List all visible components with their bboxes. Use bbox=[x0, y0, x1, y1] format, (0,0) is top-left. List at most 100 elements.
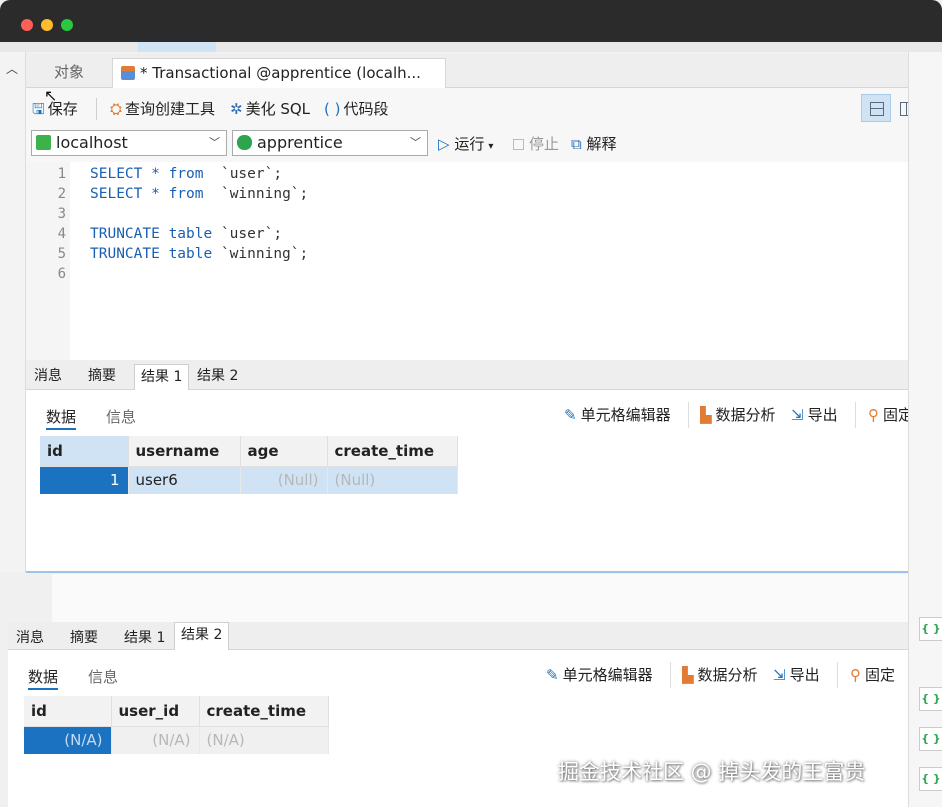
snippet-icon[interactable]: { } bbox=[919, 727, 942, 751]
subtab-data[interactable]: 数据 bbox=[46, 406, 77, 430]
snippet-icon[interactable]: { } bbox=[919, 687, 942, 711]
grid-cell[interactable]: 1 bbox=[40, 466, 129, 494]
tab-objects[interactable]: 对象 bbox=[26, 58, 112, 88]
play-icon: ▷ bbox=[438, 135, 455, 153]
query-builder-icon: ⛭ bbox=[110, 100, 123, 118]
grid-header-row: id user_id create_time bbox=[24, 696, 329, 727]
beautify-icon: ✲ bbox=[230, 100, 243, 118]
grid-cell[interactable]: user6 bbox=[128, 466, 241, 494]
run-button[interactable]: ▷ 运行 ▾ bbox=[438, 133, 493, 155]
table-row[interactable]: 1 user6 (Null) (Null) bbox=[40, 466, 458, 494]
database-value: apprentice bbox=[257, 133, 343, 152]
cell-editor-label: 单元格编辑器 bbox=[580, 406, 671, 424]
query-icon bbox=[121, 66, 135, 80]
cell-editor-button[interactable]: ✎ 单元格编辑器 bbox=[564, 404, 671, 425]
pin-icon: ⚲ bbox=[868, 406, 879, 424]
grid-cell[interactable]: (N/A) bbox=[111, 726, 200, 754]
export-button[interactable]: ⇲ 导出 bbox=[791, 404, 838, 425]
analysis-label: 数据分析 bbox=[697, 666, 758, 684]
explain-label: 解释 bbox=[586, 135, 617, 153]
grid-cell[interactable]: (Null) bbox=[240, 466, 328, 494]
column-header[interactable]: age bbox=[240, 436, 328, 467]
toolbar-divider bbox=[688, 402, 689, 428]
editor-tabstrip: 对象 * Transactional @apprentice (localh..… bbox=[26, 54, 926, 88]
pin-label: 固定 bbox=[865, 666, 896, 684]
tab-result-1[interactable]: 结果 1 bbox=[118, 626, 171, 650]
column-header[interactable]: id bbox=[24, 696, 112, 727]
tab-summary[interactable]: 摘要 bbox=[82, 364, 122, 390]
cell-editor-label: 单元格编辑器 bbox=[562, 666, 653, 684]
code-line: TRUNCATE table `user`; bbox=[90, 224, 282, 244]
chevron-up-icon[interactable]: ︿ bbox=[6, 60, 18, 77]
window-titlebar bbox=[0, 0, 942, 42]
code-snippet-button[interactable]: ( ) 代码段 bbox=[324, 98, 389, 120]
column-header[interactable]: id bbox=[40, 436, 129, 467]
beautify-sql-button[interactable]: ✲ 美化 SQL bbox=[230, 98, 310, 120]
tab-messages[interactable]: 消息 bbox=[10, 626, 50, 650]
split-horizontal-button[interactable] bbox=[861, 94, 891, 122]
tab-result-1[interactable]: 结果 1 bbox=[134, 364, 190, 390]
grid-cell[interactable]: (N/A) bbox=[199, 726, 329, 754]
sql-keyword: TRUNCATE table bbox=[90, 246, 213, 262]
line-gutter: 1 2 3 4 5 6 bbox=[26, 162, 70, 360]
tab-query[interactable]: * Transactional @apprentice (localh... bbox=[112, 58, 446, 88]
tab-summary[interactable]: 摘要 bbox=[64, 626, 104, 650]
minimize-window-button[interactable] bbox=[41, 19, 53, 31]
connection-select[interactable]: localhost ﹀ bbox=[31, 130, 227, 156]
split-horizontal-icon bbox=[870, 102, 884, 116]
explain-icon: ⧉ bbox=[571, 135, 587, 153]
tab-result-2[interactable]: 结果 2 bbox=[174, 622, 230, 650]
editor-fragment bbox=[8, 574, 908, 622]
connection-value: localhost bbox=[56, 133, 128, 152]
line-number: 1 bbox=[57, 166, 66, 182]
save-icon: 🖫 bbox=[32, 100, 45, 118]
tab-messages[interactable]: 消息 bbox=[28, 364, 68, 390]
pin-button[interactable]: ⚲ 固定 bbox=[868, 404, 913, 425]
grid-header-row: id username age create_time bbox=[40, 436, 458, 467]
line-number: 6 bbox=[57, 266, 66, 282]
snippet-icon: ( ) bbox=[324, 100, 341, 118]
column-header[interactable]: user_id bbox=[111, 696, 200, 727]
column-header[interactable]: username bbox=[128, 436, 241, 467]
result-2-grid: id user_id create_time (N/A) (N/A) (N/A) bbox=[24, 696, 329, 754]
tab-result-2[interactable]: 结果 2 bbox=[191, 364, 244, 390]
snippet-icon[interactable]: { } bbox=[919, 617, 942, 641]
sql-keyword: SELECT * from bbox=[90, 166, 204, 182]
database-icon bbox=[237, 135, 252, 150]
database-select[interactable]: apprentice ﹀ bbox=[232, 130, 428, 156]
explain-button[interactable]: ⧉ 解释 bbox=[571, 133, 617, 155]
close-window-button[interactable] bbox=[21, 19, 33, 31]
column-header[interactable]: create_time bbox=[199, 696, 329, 727]
toolbar-divider bbox=[670, 662, 671, 688]
column-header[interactable]: create_time bbox=[327, 436, 458, 467]
stop-label: 停止 bbox=[529, 135, 560, 153]
sql-text: `user`; bbox=[203, 166, 283, 182]
stop-button[interactable]: 停止 bbox=[513, 133, 559, 155]
subtab-info[interactable]: 信息 bbox=[106, 406, 136, 430]
zoom-window-button[interactable] bbox=[61, 19, 73, 31]
sql-keyword: SELECT * from bbox=[90, 186, 204, 202]
grid-cell[interactable]: (N/A) bbox=[24, 726, 112, 754]
result-tabstrip: 消息 摘要 结果 1 结果 2 bbox=[26, 360, 926, 390]
toolbar-divider bbox=[855, 402, 856, 428]
caret-down-icon[interactable]: ▾ bbox=[488, 141, 493, 152]
table-row[interactable]: (N/A) (N/A) (N/A) bbox=[24, 726, 329, 754]
sql-editor[interactable]: 1 2 3 4 5 6 SELECT * from `user`; SELECT… bbox=[26, 162, 926, 360]
subtab-data[interactable]: 数据 bbox=[28, 666, 59, 690]
right-side-panel: { } { } { } { } bbox=[908, 52, 942, 807]
subtab-info[interactable]: 信息 bbox=[88, 666, 118, 690]
data-analysis-button[interactable]: ▙ 数据分析 bbox=[700, 404, 776, 425]
tab-query-label: * Transactional @apprentice (localh... bbox=[140, 64, 421, 82]
query-builder-button[interactable]: ⛭ 查询创建工具 bbox=[110, 98, 215, 120]
sql-text: `winning`; bbox=[203, 186, 309, 202]
grid-cell[interactable]: (Null) bbox=[327, 466, 458, 494]
export-button[interactable]: ⇲ 导出 bbox=[773, 664, 820, 685]
result-1-panel: 数据 信息 ✎ 单元格编辑器 ▙ 数据分析 ⇲ 导出 ⚲ 固定 id username … bbox=[26, 390, 926, 573]
snippet-icon[interactable]: { } bbox=[919, 767, 942, 791]
menubar-selected-item[interactable] bbox=[138, 42, 216, 52]
menubar bbox=[0, 42, 942, 52]
cell-editor-button[interactable]: ✎ 单元格编辑器 bbox=[546, 664, 653, 685]
analysis-label: 数据分析 bbox=[715, 406, 776, 424]
data-analysis-button[interactable]: ▙ 数据分析 bbox=[682, 664, 758, 685]
pin-button[interactable]: ⚲ 固定 bbox=[850, 664, 895, 685]
